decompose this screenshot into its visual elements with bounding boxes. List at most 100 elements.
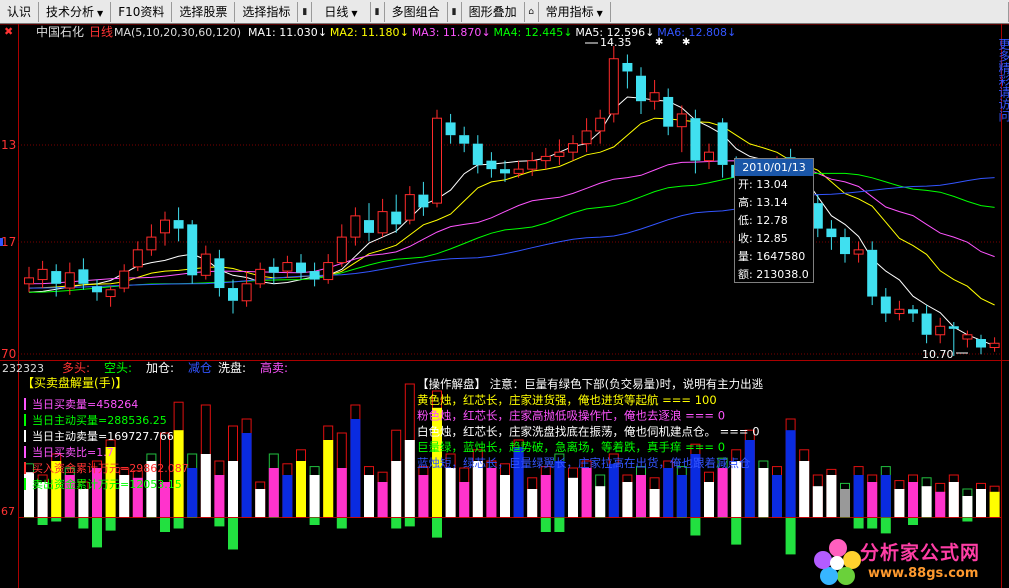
candle[interactable] <box>853 241 864 263</box>
toolbar-item-f10[interactable]: F10资料 <box>111 1 173 22</box>
candle[interactable] <box>336 224 347 267</box>
volume-bar[interactable] <box>676 466 687 518</box>
candle[interactable] <box>649 79 660 110</box>
candle[interactable] <box>717 118 728 178</box>
toolbar-item-daily[interactable]: 日线 ▼ <box>312 1 371 22</box>
volume-bar[interactable] <box>704 471 714 518</box>
volume-bar[interactable] <box>622 474 633 518</box>
volume-bar[interactable] <box>636 466 646 518</box>
volume-bar[interactable] <box>336 432 347 529</box>
lock-icon[interactable]: ⌂ <box>525 1 539 22</box>
volume-bar[interactable] <box>500 463 510 518</box>
candle[interactable] <box>595 109 606 144</box>
volume-bar[interactable] <box>296 449 306 518</box>
candle[interactable] <box>486 152 497 178</box>
volume-bar[interactable] <box>200 404 211 518</box>
volume-bar[interactable] <box>812 474 823 518</box>
toolbar-item-select-stock[interactable]: 选择股票 <box>172 1 236 22</box>
candle[interactable] <box>704 143 714 170</box>
volume-bar[interactable] <box>64 467 75 518</box>
candle[interactable] <box>540 147 551 170</box>
candle[interactable] <box>404 186 415 225</box>
toolbar-item-overlay[interactable]: 图形叠加 <box>462 1 525 22</box>
candle[interactable] <box>214 249 225 297</box>
volume-bar[interactable] <box>867 474 878 529</box>
candle[interactable] <box>377 198 388 238</box>
volume-bar[interactable] <box>377 471 388 518</box>
candle[interactable] <box>826 220 837 250</box>
candle[interactable] <box>445 113 456 144</box>
candle[interactable] <box>867 241 878 306</box>
volume-bar[interactable] <box>894 480 905 518</box>
volume-bar[interactable] <box>826 468 837 518</box>
candle[interactable] <box>568 135 578 161</box>
volume-bar[interactable] <box>228 425 238 550</box>
candle[interactable] <box>608 46 619 123</box>
candle[interactable] <box>554 139 565 165</box>
candle[interactable] <box>976 334 986 355</box>
candle[interactable] <box>418 181 429 216</box>
volume-bar[interactable] <box>364 466 374 518</box>
volume-bar[interactable] <box>119 467 130 518</box>
volume-bar[interactable] <box>935 482 946 518</box>
volume-bar[interactable] <box>255 481 266 518</box>
volume-bar[interactable] <box>568 467 578 518</box>
volume-bar[interactable] <box>908 474 918 525</box>
volume-bar[interactable] <box>921 477 932 518</box>
volume-bar[interactable] <box>744 429 755 518</box>
volume-bar[interactable] <box>595 474 606 518</box>
volume-bar[interactable] <box>323 425 334 518</box>
candle[interactable] <box>513 160 524 178</box>
candle[interactable] <box>173 207 184 242</box>
candle[interactable] <box>921 305 932 344</box>
volume-bar[interactable] <box>880 466 891 534</box>
volume-bar[interactable] <box>540 466 551 532</box>
volume-bar[interactable] <box>459 467 470 518</box>
candle[interactable] <box>894 300 905 321</box>
volume-bar[interactable] <box>404 383 415 527</box>
volume-bar[interactable] <box>268 453 279 518</box>
candle[interactable] <box>989 337 1000 352</box>
candle[interactable] <box>119 264 130 293</box>
volume-bar[interactable] <box>241 418 252 518</box>
volume-bar[interactable] <box>350 404 361 518</box>
candle[interactable] <box>880 288 891 323</box>
candle[interactable] <box>840 228 850 263</box>
toolbar-item-multi-chart[interactable]: 多图组合 <box>385 1 448 22</box>
volume-bar[interactable] <box>649 477 660 518</box>
candle[interactable] <box>132 241 143 272</box>
volume-bar[interactable] <box>391 429 402 529</box>
chart-area[interactable]: 13 17 70 ✖ 中国石化 日线 MA(5,10,20,30,60,120)… <box>0 24 1009 588</box>
volume-bar[interactable] <box>840 482 850 518</box>
volume-bar[interactable] <box>418 466 429 518</box>
candle[interactable] <box>146 224 157 256</box>
candle[interactable] <box>364 203 374 242</box>
candle[interactable] <box>622 54 633 89</box>
candle[interactable] <box>432 109 442 208</box>
volume-bar[interactable] <box>976 482 986 518</box>
volume-bar[interactable] <box>785 418 796 555</box>
candle[interactable] <box>690 109 701 174</box>
candle[interactable] <box>581 118 592 153</box>
volume-bar[interactable] <box>989 485 1000 518</box>
volume-bar[interactable] <box>527 477 538 518</box>
candle[interactable] <box>282 255 293 278</box>
candle[interactable] <box>255 262 266 289</box>
volume-bar[interactable] <box>799 449 810 518</box>
volume-bar[interactable] <box>853 466 864 529</box>
candle[interactable] <box>241 271 252 307</box>
volume-bar[interactable] <box>282 463 293 518</box>
toolbar-item-technical-analysis[interactable]: 技术分析 ▼ <box>39 1 112 22</box>
candle[interactable] <box>309 262 320 287</box>
candle[interactable] <box>908 305 918 323</box>
candle[interactable] <box>200 245 211 280</box>
volume-bar[interactable] <box>948 474 959 518</box>
volume-bar[interactable] <box>214 460 225 527</box>
volume-bar[interactable] <box>758 460 769 518</box>
candle[interactable] <box>323 254 334 284</box>
candle[interactable] <box>187 220 198 284</box>
candle[interactable] <box>350 207 361 246</box>
candle[interactable] <box>935 317 946 344</box>
candle[interactable] <box>228 279 238 314</box>
volume-bar[interactable] <box>772 466 782 518</box>
